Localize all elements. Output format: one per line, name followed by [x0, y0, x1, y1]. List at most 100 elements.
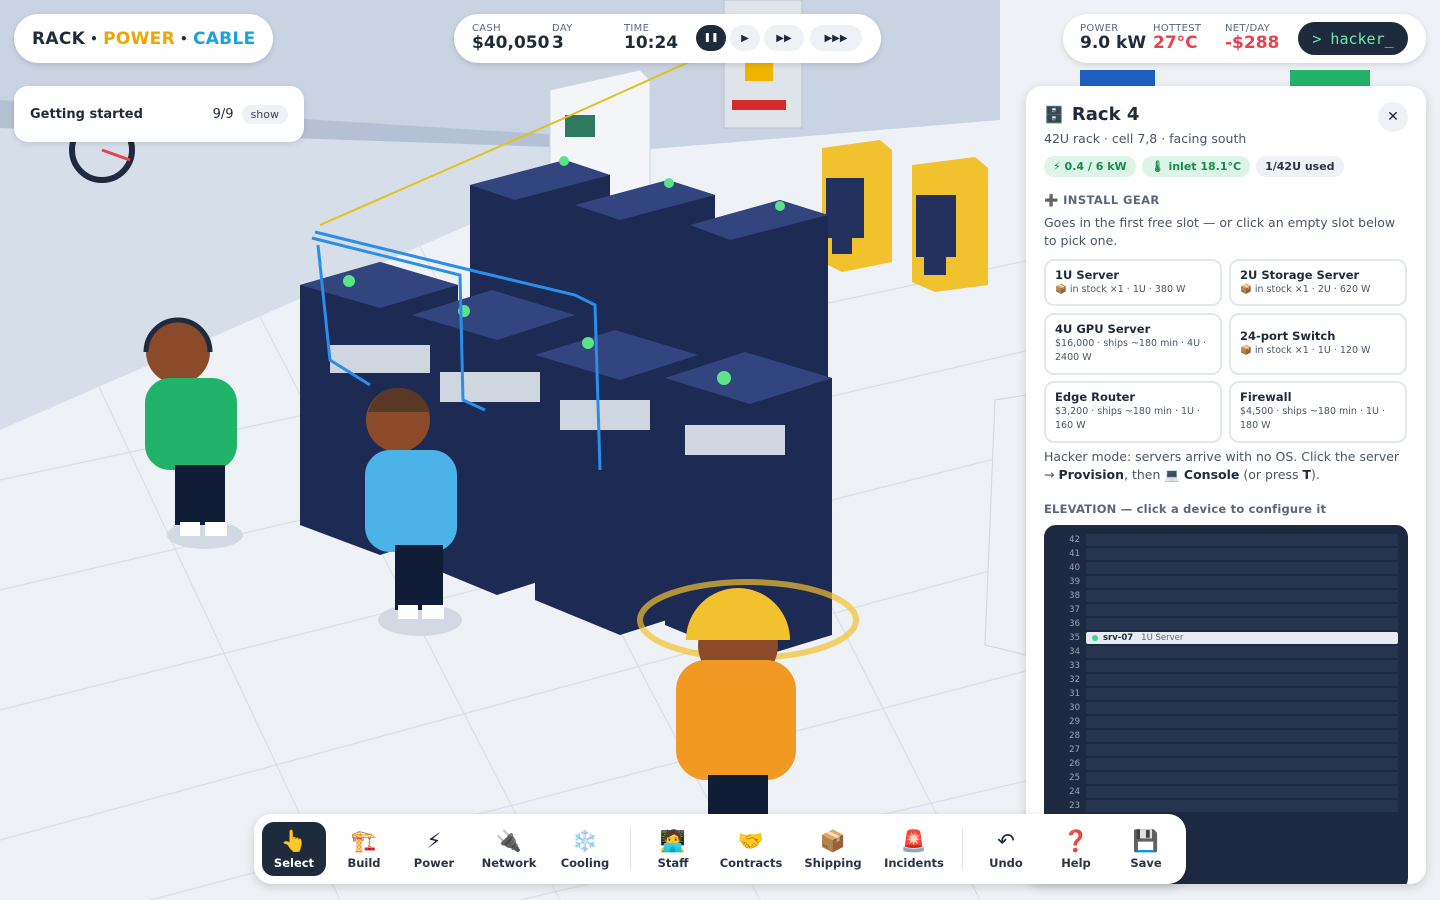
elevation-slot-41[interactable]: 41 [1044, 547, 1408, 561]
empty-slot[interactable] [1086, 646, 1398, 658]
elevation-slot-39[interactable]: 39 [1044, 575, 1408, 589]
elevation-slot-30[interactable]: 30 [1044, 701, 1408, 715]
gear-name: 2U Storage Server [1240, 268, 1360, 282]
slot-number: 36 [1069, 619, 1080, 629]
elevation-slot-27[interactable]: 27 [1044, 743, 1408, 757]
tool-save[interactable]: 💾 Save [1116, 822, 1176, 876]
slot-number: 32 [1069, 675, 1080, 685]
empty-slot[interactable] [1086, 660, 1398, 672]
empty-slot[interactable] [1086, 604, 1398, 616]
empty-slot[interactable] [1086, 548, 1398, 560]
tool-label: Help [1061, 855, 1091, 870]
net-stat: NET/DAY -$288 [1225, 23, 1279, 53]
empty-slot[interactable] [1086, 618, 1398, 630]
tool-contracts[interactable]: 🤝 Contracts [714, 822, 788, 876]
play-icon: ▶ [741, 32, 749, 44]
tool-staff[interactable]: 🧑‍💻 Staff [643, 822, 703, 876]
panel-title: 🗄️ Rack 4 [1044, 104, 1139, 125]
slot-number: 33 [1069, 661, 1080, 671]
empty-slot[interactable] [1086, 674, 1398, 686]
close-icon: ✕ [1387, 109, 1399, 125]
fastest-forward-button[interactable]: ▶▶▶ [810, 25, 862, 51]
ups-cabinet-2[interactable] [912, 157, 988, 292]
toolbar-divider [630, 828, 631, 870]
empty-slot[interactable] [1086, 716, 1398, 728]
empty-slot[interactable] [1086, 730, 1398, 742]
elevation-slot-32[interactable]: 32 [1044, 673, 1408, 687]
tool-build[interactable]: 🏗️ Build [334, 822, 394, 876]
gear-24-port-switch[interactable]: 24-port Switch 📦 in stock ×1 · 1U · 120 … [1229, 313, 1407, 375]
gear-name: Firewall [1240, 390, 1292, 404]
hacker-terminal-button[interactable]: > hacker_ [1298, 22, 1408, 55]
cash-value: $40,050 [472, 33, 550, 53]
slot-number: 25 [1069, 773, 1080, 783]
getting-started-show-button[interactable]: show [241, 104, 288, 124]
empty-slot[interactable] [1086, 562, 1398, 574]
gear-detail: 📦 in stock ×1 · 2U · 620 W [1240, 284, 1371, 295]
empty-slot[interactable] [1086, 534, 1398, 546]
gear-edge-router[interactable]: Edge Router $3,200 · ships ~180 min · 1U… [1044, 381, 1222, 443]
elevation-slot-33[interactable]: 33 [1044, 659, 1408, 673]
tool-label: Incidents [884, 855, 944, 870]
slot-number: 39 [1069, 577, 1080, 587]
tool-cooling[interactable]: ❄️ Cooling [550, 822, 620, 876]
elevation-slot-35[interactable]: 35 srv-07 1U Server [1044, 631, 1408, 645]
elevation-slot-34[interactable]: 34 [1044, 645, 1408, 659]
tool-help[interactable]: ❓ Help [1046, 822, 1106, 876]
elevation-slot-36[interactable]: 36 [1044, 617, 1408, 631]
empty-slot[interactable] [1086, 758, 1398, 770]
gear-name: 24-port Switch [1240, 329, 1336, 343]
close-button[interactable]: ✕ [1378, 102, 1408, 132]
toolbar-divider [962, 828, 963, 870]
tool-select[interactable]: 👆 Select [262, 822, 326, 876]
gear-2u-storage-server[interactable]: 2U Storage Server 📦 in stock ×1 · 2U · 6… [1229, 259, 1407, 306]
elevation-slot-29[interactable]: 29 [1044, 715, 1408, 729]
gear-detail: $3,200 · ships ~180 min · 1U · 160 W [1055, 406, 1201, 431]
empty-slot[interactable] [1086, 772, 1398, 784]
elevation-slot-40[interactable]: 40 [1044, 561, 1408, 575]
brand-separator: • [90, 31, 99, 46]
tool-shipping[interactable]: 📦 Shipping [798, 822, 868, 876]
slot-number: 30 [1069, 703, 1080, 713]
tool-label: Power [413, 855, 455, 870]
pause-button[interactable]: ❚❚ [696, 25, 726, 51]
tool-undo[interactable]: ↶ Undo [976, 822, 1036, 876]
empty-slot[interactable] [1086, 744, 1398, 756]
tool-incidents[interactable]: 🚨 Incidents [878, 822, 950, 876]
empty-slot[interactable] [1086, 688, 1398, 700]
gear-4u-gpu-server[interactable]: 4U GPU Server $16,000 · ships ~180 min ·… [1044, 313, 1222, 375]
empty-slot[interactable] [1086, 590, 1398, 602]
elevation-slot-38[interactable]: 38 [1044, 589, 1408, 603]
rack-stats-chips: ⚡ 0.4 / 6 kW 🌡 inlet 18.1°C 1/42U used [1044, 156, 1344, 177]
ups-cabinet-1[interactable] [822, 140, 892, 272]
rack-icon: 🗄️ [1044, 105, 1064, 124]
plug-icon: 🔌 [495, 828, 523, 853]
tool-network[interactable]: 🔌 Network [474, 822, 544, 876]
getting-started-card[interactable]: Getting started 9/9 show [14, 86, 304, 142]
elevation-slot-31[interactable]: 31 [1044, 687, 1408, 701]
elevation-slot-37[interactable]: 37 [1044, 603, 1408, 617]
day-stat: DAY 3 [552, 23, 573, 53]
empty-slot[interactable] [1086, 800, 1398, 812]
power-stat: POWER 9.0 kW [1080, 23, 1146, 53]
panel-subtitle: 42U rack · cell 7,8 · facing south [1044, 131, 1247, 146]
elevation-slot-42[interactable]: 42 [1044, 533, 1408, 547]
tool-label: Select [273, 855, 315, 870]
empty-slot[interactable] [1086, 702, 1398, 714]
console-keyword: Console [1183, 467, 1240, 482]
elevation-slot-28[interactable]: 28 [1044, 729, 1408, 743]
installed-device[interactable]: srv-07 1U Server [1086, 632, 1398, 644]
gear-firewall[interactable]: Firewall $4,500 · ships ~180 min · 1U · … [1229, 381, 1407, 443]
tool-label: Save [1130, 855, 1162, 870]
hacker-note-text: , then 💻 [1124, 467, 1184, 482]
elevation-slot-25[interactable]: 25 [1044, 771, 1408, 785]
tool-power[interactable]: ⚡ Power [404, 822, 464, 876]
empty-slot[interactable] [1086, 576, 1398, 588]
elevation-slot-26[interactable]: 26 [1044, 757, 1408, 771]
play-button[interactable]: ▶ [730, 25, 760, 51]
gear-1u-server[interactable]: 1U Server 📦 in stock ×1 · 1U · 380 W [1044, 259, 1222, 306]
empty-slot[interactable] [1086, 786, 1398, 798]
elevation-slot-24[interactable]: 24 [1044, 785, 1408, 799]
elevation-slot-23[interactable]: 23 [1044, 799, 1408, 813]
fast-forward-button[interactable]: ▶▶ [764, 25, 804, 51]
